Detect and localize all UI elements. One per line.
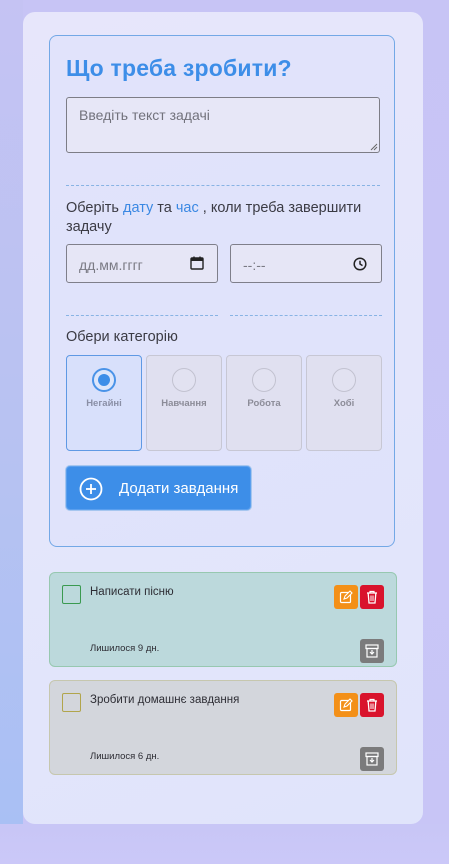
prompt-and: та (153, 200, 176, 216)
edit-icon (339, 590, 353, 604)
category-label: Обери категорію (66, 329, 178, 345)
time-placeholder: --:-- (243, 257, 266, 273)
archive-icon (365, 752, 379, 766)
todo-remaining: Лишилося 9 дн. (90, 643, 160, 654)
archive-button[interactable] (360, 747, 384, 771)
edit-button[interactable] (334, 585, 358, 609)
delete-button[interactable] (360, 585, 384, 609)
deadline-prompt: Оберіть дату та час , коли треба заверши… (66, 199, 386, 237)
trash-icon (367, 590, 377, 604)
resize-handle-icon[interactable] (370, 143, 378, 151)
archive-button[interactable] (360, 639, 384, 663)
date-input[interactable]: дд.мм.гггг (66, 244, 218, 283)
prompt-prefix: Оберіть (66, 200, 123, 216)
archive-icon (365, 644, 379, 658)
category-name: Негайні (86, 398, 122, 409)
category-option-study[interactable]: Навчання (146, 355, 222, 451)
page-background-bottom (0, 824, 449, 864)
form-title: Що треба зробити? (66, 55, 292, 81)
prompt-time-link: час (175, 200, 199, 216)
calendar-icon[interactable] (190, 256, 204, 270)
category-name: Хобі (333, 398, 355, 409)
radio-button[interactable] (172, 368, 196, 392)
todo-text: Написати пісню (90, 586, 174, 598)
plus-circle-icon (79, 477, 103, 501)
add-task-label: Додати завдання (119, 480, 239, 497)
delete-button[interactable] (360, 693, 384, 717)
edit-button[interactable] (334, 693, 358, 717)
category-name: Навчання (161, 398, 207, 409)
divider (230, 315, 382, 316)
divider (66, 185, 380, 186)
add-task-button[interactable]: Додати завдання (66, 466, 251, 510)
todo-item: Написати пісню Лишилося 9 дн. (49, 572, 397, 667)
category-option-work[interactable]: Робота (226, 355, 302, 451)
category-option-hobby[interactable]: Хобі (306, 355, 382, 451)
prompt-date-link: дату (123, 200, 154, 216)
page-background-left (0, 0, 23, 824)
radio-button[interactable] (252, 368, 276, 392)
radio-button[interactable] (92, 368, 116, 392)
todo-checkbox[interactable] (62, 693, 81, 712)
divider (66, 315, 218, 316)
task-text-input[interactable] (66, 97, 380, 153)
time-input[interactable]: --:-- (230, 244, 382, 283)
todo-checkbox[interactable] (62, 585, 81, 604)
radio-button[interactable] (332, 368, 356, 392)
trash-icon (367, 698, 377, 712)
edit-icon (339, 698, 353, 712)
todo-remaining: Лишилося 6 дн. (90, 751, 160, 762)
todo-item: Зробити домашнє завдання Лишилося 6 дн. (49, 680, 397, 775)
category-name: Робота (247, 398, 281, 409)
todo-text: Зробити домашнє завдання (90, 694, 240, 706)
category-option-urgent[interactable]: Негайні (66, 355, 142, 451)
clock-icon[interactable] (353, 257, 367, 271)
date-placeholder: дд.мм.гггг (79, 257, 143, 273)
